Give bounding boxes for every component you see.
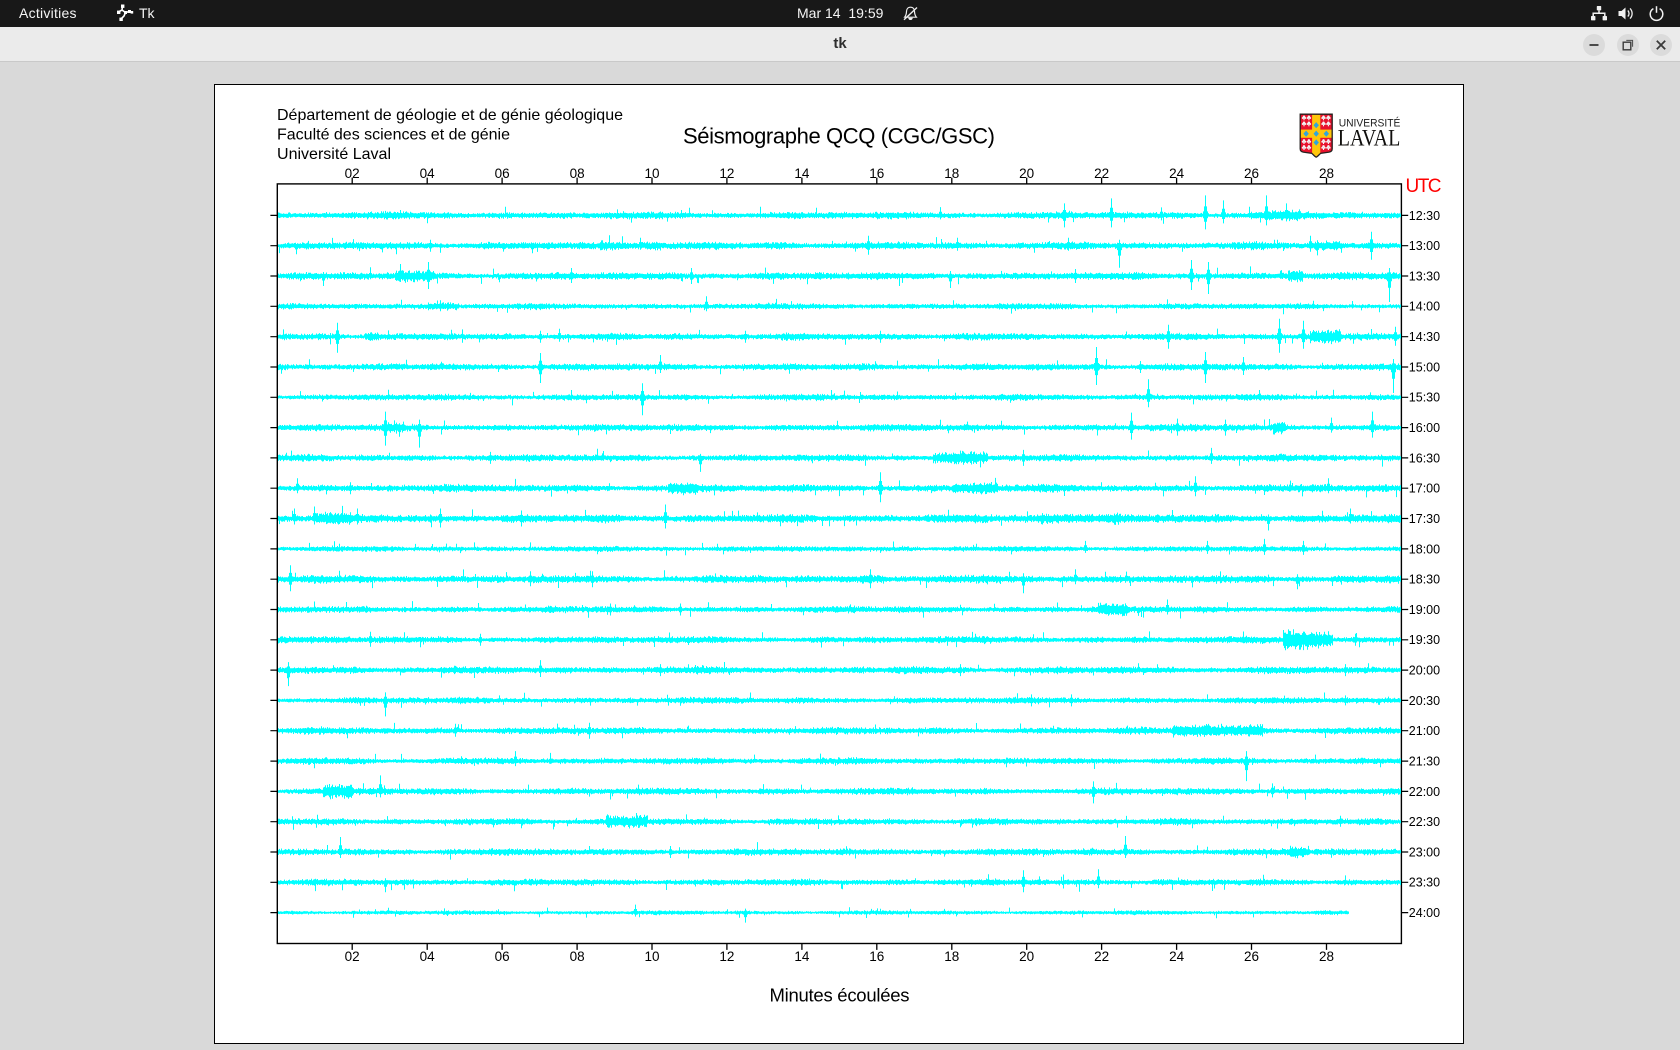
svg-text:16: 16 [869,166,884,181]
svg-text:24: 24 [1169,166,1185,181]
svg-text:14:30: 14:30 [1409,330,1440,344]
svg-text:10: 10 [644,166,659,181]
svg-text:14: 14 [794,166,810,181]
svg-text:04: 04 [420,949,436,964]
svg-text:02: 02 [345,166,360,181]
svg-text:26: 26 [1244,166,1259,181]
svg-text:16:30: 16:30 [1409,451,1440,465]
svg-text:21:30: 21:30 [1409,755,1440,769]
svg-text:23:30: 23:30 [1409,876,1440,890]
svg-text:13:30: 13:30 [1409,269,1440,283]
svg-text:08: 08 [570,949,585,964]
svg-text:22: 22 [1094,166,1109,181]
svg-text:15:00: 15:00 [1409,360,1440,374]
svg-text:20: 20 [1019,949,1034,964]
svg-text:20:00: 20:00 [1409,664,1440,678]
svg-text:02: 02 [345,949,360,964]
svg-text:15:30: 15:30 [1409,391,1440,405]
svg-text:17:00: 17:00 [1409,482,1440,496]
svg-text:18:30: 18:30 [1409,573,1440,587]
svg-text:12: 12 [719,166,734,181]
svg-text:16: 16 [869,949,884,964]
svg-text:LAVAL: LAVAL [1338,125,1401,150]
svg-text:08: 08 [570,166,585,181]
svg-text:Faculté des sciences et de gén: Faculté des sciences et de génie [277,126,510,143]
svg-text:13:00: 13:00 [1409,239,1440,253]
svg-text:12: 12 [719,949,734,964]
svg-text:Université Laval: Université Laval [277,146,391,163]
svg-text:22: 22 [1094,949,1109,964]
svg-text:21:00: 21:00 [1409,724,1440,738]
svg-text:22:30: 22:30 [1409,815,1440,829]
svg-text:Séismographe QCQ (CGC/GSC): Séismographe QCQ (CGC/GSC) [683,124,995,149]
svg-text:19:00: 19:00 [1409,603,1440,617]
svg-text:19:30: 19:30 [1409,633,1440,647]
svg-text:28: 28 [1319,949,1334,964]
svg-text:Minutes écoulées: Minutes écoulées [770,985,910,1006]
svg-text:14: 14 [794,949,810,964]
svg-text:04: 04 [420,166,436,181]
svg-text:14:00: 14:00 [1409,300,1440,314]
svg-text:18: 18 [944,166,959,181]
svg-text:22:00: 22:00 [1409,785,1440,799]
svg-text:20:30: 20:30 [1409,694,1440,708]
svg-text:28: 28 [1319,166,1334,181]
svg-text:18: 18 [944,949,959,964]
svg-text:10: 10 [644,949,659,964]
svg-text:20: 20 [1019,166,1034,181]
svg-text:06: 06 [495,949,510,964]
svg-text:06: 06 [495,166,510,181]
svg-text:16:00: 16:00 [1409,421,1440,435]
svg-text:18:00: 18:00 [1409,542,1440,556]
svg-text:24: 24 [1169,949,1185,964]
svg-text:Département de géologie et de: Département de géologie et de génie géol… [277,107,623,124]
svg-text:UTC: UTC [1406,176,1442,197]
svg-text:17:30: 17:30 [1409,512,1440,526]
svg-text:24:00: 24:00 [1409,906,1440,920]
svg-text:23:00: 23:00 [1409,845,1440,859]
svg-text:12:30: 12:30 [1409,209,1440,223]
svg-text:26: 26 [1244,949,1259,964]
